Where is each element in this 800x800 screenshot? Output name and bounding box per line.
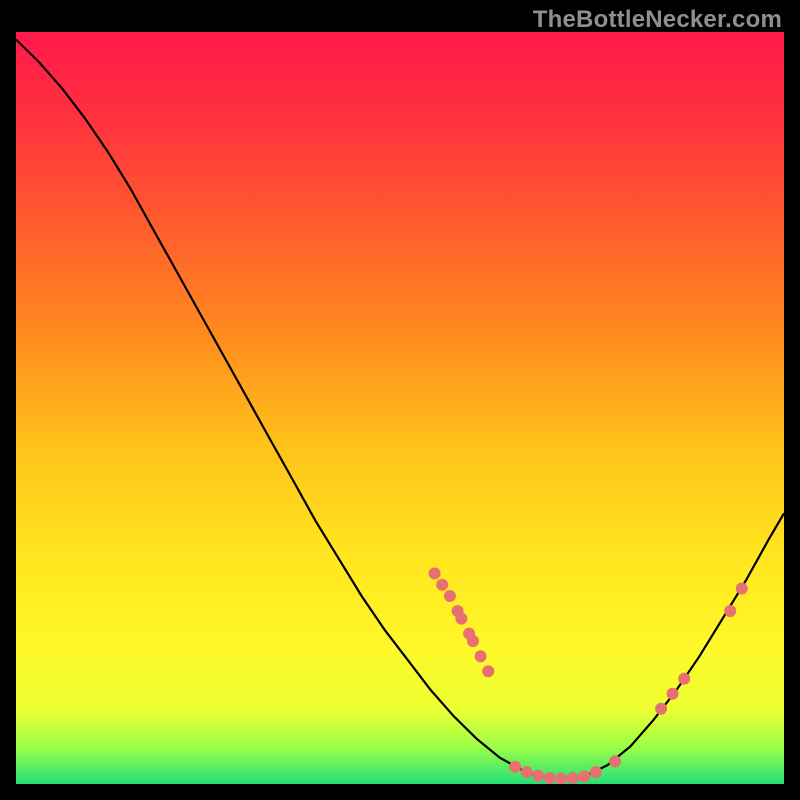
chart-frame	[16, 32, 784, 784]
data-marker	[590, 766, 602, 778]
data-marker	[521, 766, 533, 778]
data-marker	[436, 579, 448, 591]
data-marker	[655, 703, 667, 715]
data-marker	[475, 650, 487, 662]
data-marker	[532, 770, 544, 782]
data-marker	[544, 772, 556, 784]
data-marker	[509, 761, 521, 773]
gradient-background	[16, 32, 784, 784]
bottleneck-chart	[16, 32, 784, 784]
data-marker	[678, 673, 690, 685]
data-marker	[609, 755, 621, 767]
data-marker	[736, 583, 748, 595]
data-marker	[482, 665, 494, 677]
data-marker	[429, 567, 441, 579]
data-marker	[667, 688, 679, 700]
data-marker	[724, 605, 736, 617]
data-marker	[467, 635, 479, 647]
data-marker	[444, 590, 456, 602]
watermark-text: TheBottleNecker.com	[533, 6, 782, 34]
data-marker	[455, 613, 467, 625]
data-marker	[567, 772, 579, 784]
data-marker	[578, 771, 590, 783]
